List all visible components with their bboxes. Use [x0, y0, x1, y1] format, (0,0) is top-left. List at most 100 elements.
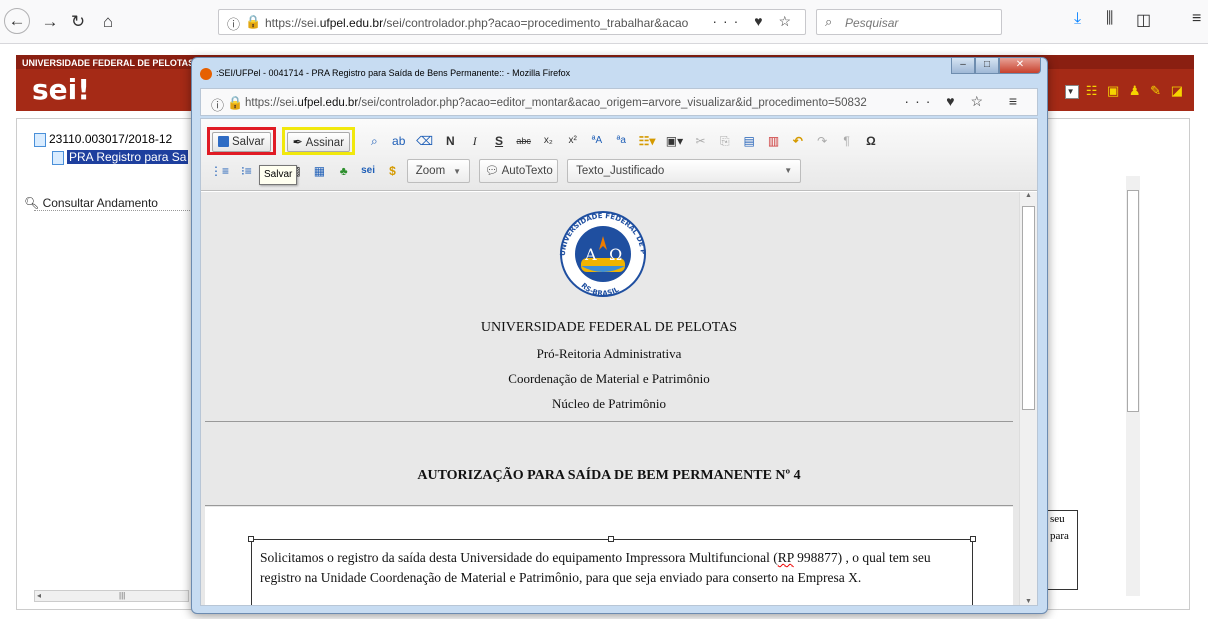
- copy-icon[interactable]: ⎘: [715, 130, 735, 152]
- link-icon[interactable]: ♣: [334, 160, 354, 182]
- header-nucleus: Núcleo de Patrimônio: [551, 396, 667, 411]
- sei-link-icon[interactable]: sei: [358, 160, 378, 182]
- resize-handle[interactable]: [248, 536, 254, 542]
- url-text: https://sei.ufpel.edu.br/sei/controlador…: [265, 16, 689, 30]
- page-actions-icons[interactable]: ··· ♥ ☆: [712, 13, 797, 30]
- info-icon[interactable]: ⓘ: [211, 95, 224, 114]
- highlight-color-icon[interactable]: ☷▾: [636, 130, 659, 152]
- autotext-button[interactable]: 💬︎ AutoTexto: [479, 159, 558, 183]
- paste-icon[interactable]: ▤: [739, 130, 759, 152]
- institution-name: UNIVERSIDADE FEDERAL DE PELOTAS: [22, 58, 195, 68]
- document-icon: [52, 150, 64, 165]
- editor-popup-window: :SEI/UFPel - 0041714 - PRA Registro para…: [191, 57, 1048, 614]
- sign-button[interactable]: ✒ Assinar: [286, 132, 351, 152]
- popup-page-actions[interactable]: ··· ♥ ☆ ≡: [904, 93, 1023, 110]
- scrollbar-thumb[interactable]: [1127, 190, 1139, 412]
- menu-icon[interactable]: ≡: [1192, 10, 1201, 28]
- superscript-icon[interactable]: x²: [563, 130, 583, 152]
- close-button[interactable]: ✕: [999, 58, 1041, 74]
- subscript-icon[interactable]: x₂: [538, 130, 558, 152]
- document-title: AUTORIZAÇÃO PARA SAÍDA DE BEM PERMANENTE…: [417, 468, 801, 483]
- document-scroll-thumb[interactable]: [1022, 206, 1035, 410]
- underline-icon[interactable]: S: [489, 130, 509, 152]
- show-blocks-icon[interactable]: ¶: [837, 130, 857, 152]
- document-area[interactable]: A Ω UNIVERSIDADE FEDERAL DE PELOTAS RS-B…: [201, 192, 1019, 605]
- document-body[interactable]: Solicitamos o registro da saída desta Un…: [205, 507, 1013, 605]
- document-title-section: AUTORIZAÇÃO PARA SAÍDA DE BEM PERMANENTE…: [205, 424, 1013, 506]
- search-placeholder: Pesquisar: [845, 16, 899, 30]
- lowercase-icon[interactable]: ªa: [611, 130, 631, 152]
- tree-process-node[interactable]: 23110.003017/2018-12: [34, 130, 188, 148]
- replace-icon[interactable]: ab: [389, 130, 409, 152]
- popup-title: :SEI/UFPel - 0041714 - PRA Registro para…: [216, 68, 571, 78]
- document-scrollbar[interactable]: ▲ ▼: [1019, 192, 1037, 605]
- zoom-select[interactable]: Zoom ▼: [406, 159, 471, 183]
- chevron-down-icon: ▼: [453, 167, 462, 176]
- page-vertical-scrollbar[interactable]: [1126, 176, 1140, 596]
- minimize-button[interactable]: –: [951, 58, 975, 74]
- forward-button[interactable]: →: [38, 10, 62, 34]
- cut-icon[interactable]: ✂: [690, 130, 710, 152]
- info-icon[interactable]: ⓘ: [227, 14, 240, 33]
- library-icon[interactable]: ⫼: [1106, 10, 1113, 28]
- resize-handle[interactable]: [970, 536, 976, 542]
- search-bar[interactable]: ⌕ Pesquisar: [816, 9, 1002, 35]
- numbered-list-icon[interactable]: ⋮≡: [207, 160, 232, 182]
- chevron-down-icon: ▼: [784, 166, 793, 175]
- special-char-icon[interactable]: Ω: [861, 130, 881, 152]
- process-icon: [34, 132, 46, 147]
- tree-document-node[interactable]: PRA Registro para Sa: [34, 148, 189, 166]
- text-color-icon[interactable]: ▣▾: [663, 130, 686, 152]
- process-tree: 23110.003017/2018-12 PRA Registro para S…: [24, 130, 189, 212]
- redo-icon[interactable]: ↷: [812, 130, 832, 152]
- style-select[interactable]: Texto_Justificado ▼: [567, 159, 802, 183]
- table-icon[interactable]: ▦: [309, 160, 329, 182]
- save-icon: [218, 136, 229, 148]
- selected-document-label: PRA Registro para Sa: [67, 150, 189, 164]
- magnifier-icon: 🔍︎: [24, 196, 40, 210]
- popup-title-bar[interactable]: :SEI/UFPel - 0041714 - PRA Registro para…: [200, 62, 1040, 84]
- save-button[interactable]: Salvar: [212, 132, 271, 152]
- body-paragraph[interactable]: Solicitamos o registro da saída desta Un…: [260, 548, 970, 588]
- home-button[interactable]: ⌂: [96, 10, 120, 34]
- tree-horizontal-scrollbar[interactable]: ◂ |||: [34, 590, 189, 602]
- browser-toolbar: ← → ↻ ⌂ ⓘ 🔒 https://sei.ufpel.edu.br/sei…: [0, 0, 1208, 44]
- sei-logo[interactable]: sei!: [32, 73, 90, 106]
- header-tool-icons[interactable]: ▼ ☷ ▣ ♟ ✎ ◪: [1065, 83, 1186, 99]
- header-department: Pró-Reitoria Administrativa: [536, 346, 682, 361]
- paragraph-box[interactable]: Solicitamos o registro da saída desta Un…: [248, 536, 976, 605]
- tree-separator: [34, 210, 190, 211]
- back-button[interactable]: ←: [4, 8, 30, 34]
- paste-word-icon[interactable]: ▥: [764, 130, 784, 152]
- reload-button[interactable]: ↻: [66, 10, 90, 34]
- resize-handle[interactable]: [608, 536, 614, 542]
- bold-icon[interactable]: N: [440, 130, 460, 152]
- download-icon[interactable]: ⤓: [1074, 10, 1081, 28]
- university-crest-logo: A Ω UNIVERSIDADE FEDERAL DE PELOTAS RS-B…: [551, 206, 647, 298]
- scroll-up-arrow[interactable]: ▲: [1025, 192, 1032, 199]
- lock-icon: 🔒: [245, 14, 262, 29]
- unit-dropdown[interactable]: ▼: [1065, 84, 1080, 99]
- popup-url-text: https://sei.ufpel.edu.br/sei/controlador…: [245, 97, 867, 109]
- strikethrough-icon[interactable]: abc: [513, 130, 534, 152]
- editor-content: Salvar ✒ Assinar ⌕ ab ⌫ N I S abc x₂ x² ªA…: [200, 118, 1038, 606]
- background-text-fragment: seu para: [1046, 510, 1078, 590]
- italic-icon[interactable]: I: [465, 130, 485, 152]
- sidebar-icon[interactable]: ◫: [1136, 10, 1151, 30]
- toolbar-row-1: Salvar ✒ Assinar ⌕ ab ⌫ N I S abc x₂ x² ªA…: [207, 127, 882, 155]
- header-university: UNIVERSIDADE FEDERAL DE PELOTAS: [480, 320, 738, 335]
- sign-button-highlight: ✒ Assinar: [281, 127, 356, 155]
- address-bar[interactable]: ⓘ 🔒 https://sei.ufpel.edu.br/sei/control…: [218, 9, 806, 35]
- popup-address-bar[interactable]: ⓘ 🔒 https://sei.ufpel.edu.br/sei/control…: [200, 88, 1038, 116]
- firefox-icon: [200, 67, 212, 80]
- maximize-button[interactable]: □: [975, 58, 999, 74]
- eraser-icon[interactable]: ⌫: [413, 130, 436, 152]
- undo-icon[interactable]: ↶: [788, 130, 808, 152]
- uppercase-icon[interactable]: ªA: [587, 130, 607, 152]
- scroll-down-arrow[interactable]: ▼: [1025, 598, 1032, 605]
- header-coordination: Coordenação de Material e Patrimônio: [508, 371, 710, 386]
- editor-toolbar: Salvar ✒ Assinar ⌕ ab ⌫ N I S abc x₂ x² ªA…: [201, 119, 1037, 191]
- find-icon[interactable]: ⌕: [364, 130, 384, 152]
- dollar-icon[interactable]: $: [382, 160, 402, 182]
- bullet-list-icon[interactable]: ⁝≡: [236, 160, 256, 182]
